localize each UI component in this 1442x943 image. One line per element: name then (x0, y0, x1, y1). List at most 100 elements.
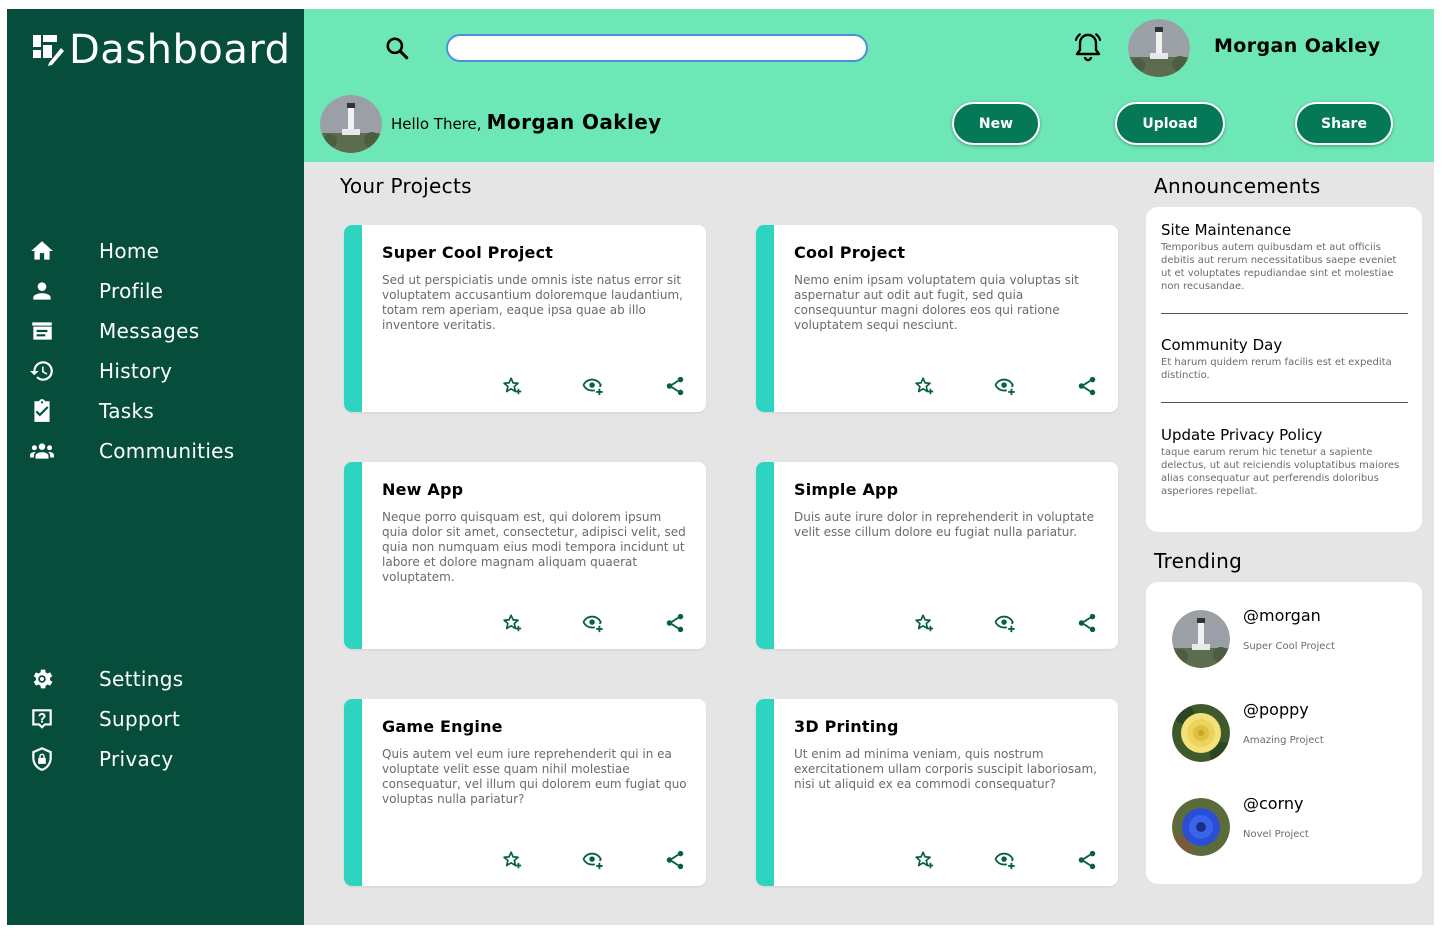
trending-title: Trending (1154, 549, 1243, 573)
sidebar-item-profile[interactable]: Profile (25, 274, 163, 308)
share-button[interactable]: Share (1295, 102, 1393, 145)
announcement-item[interactable]: Update Privacy Policy taque earum rerum … (1161, 426, 1408, 498)
favorite-star-icon[interactable] (913, 612, 937, 636)
sidebar-item-messages[interactable]: Messages (25, 314, 199, 348)
announcements-title: Announcements (1154, 174, 1321, 198)
gear-icon (25, 662, 59, 696)
project-card[interactable]: Super Cool Project Sed ut perspiciatis un… (344, 225, 706, 412)
project-title: New App (382, 480, 464, 499)
watch-eye-icon[interactable] (582, 612, 606, 636)
trending-item[interactable]: @corny Novel Project (1172, 794, 1412, 858)
sidebar-item-label: Communities (99, 439, 235, 463)
announcement-title: Update Privacy Policy (1161, 426, 1323, 444)
project-card[interactable]: New App Neque porro quisquam est, qui dol… (344, 462, 706, 649)
share-icon[interactable] (664, 375, 688, 399)
sidebar-item-support[interactable]: Support (25, 702, 180, 736)
greeting-avatar (320, 95, 382, 153)
avatar[interactable] (1128, 19, 1190, 77)
watch-eye-icon[interactable] (582, 375, 606, 399)
project-card[interactable]: Simple App Duis aute irure dolor in repre… (756, 462, 1118, 649)
app-title: Dashboard (69, 27, 291, 73)
project-title: Super Cool Project (382, 243, 554, 262)
favorite-star-icon[interactable] (501, 849, 525, 873)
sidebar: Dashboard Home Profile Messages History … (7, 9, 304, 925)
avatar (1172, 704, 1230, 762)
sidebar-item-tasks[interactable]: Tasks (25, 394, 154, 428)
trending-handle: @poppy (1243, 700, 1309, 719)
sidebar-item-label: Home (99, 239, 160, 263)
watch-eye-icon[interactable] (994, 612, 1018, 636)
favorite-star-icon[interactable] (501, 375, 525, 399)
card-accent (756, 225, 774, 412)
dashboard-frame: Dashboard Home Profile Messages History … (7, 9, 1434, 925)
favorite-star-icon[interactable] (501, 612, 525, 636)
trending-project: Amazing Project (1243, 735, 1324, 746)
announcement-title: Community Day (1161, 336, 1283, 354)
upload-button[interactable]: Upload (1115, 102, 1225, 145)
header: Morgan Oakley Hello There, Morgan Oakley… (304, 9, 1434, 162)
project-title: Simple App (794, 480, 899, 499)
sidebar-item-label: Settings (99, 667, 184, 691)
greeting-name: Morgan Oakley (486, 110, 662, 134)
project-description: Neque porro quisquam est, qui dolorem ip… (382, 510, 686, 584)
favorite-star-icon[interactable] (913, 849, 937, 873)
announcement-item[interactable]: Site Maintenance Temporibus autem quibus… (1161, 221, 1408, 293)
group-icon (25, 434, 59, 468)
new-button[interactable]: New (952, 102, 1040, 145)
divider (1161, 313, 1408, 314)
share-icon[interactable] (1076, 612, 1100, 636)
sidebar-item-label: Tasks (99, 399, 155, 423)
card-accent (344, 699, 362, 886)
trending-handle: @morgan (1243, 606, 1321, 625)
card-accent (756, 462, 774, 649)
project-card[interactable]: Cool Project Nemo enim ipsam voluptatem q… (756, 225, 1118, 412)
trending-handle: @corny (1243, 794, 1304, 813)
watch-eye-icon[interactable] (994, 849, 1018, 873)
share-icon[interactable] (664, 612, 688, 636)
shield-lock-icon (25, 742, 59, 776)
dashboard-logo-icon (33, 35, 64, 66)
sidebar-item-label: History (99, 359, 173, 383)
bell-icon[interactable] (1071, 31, 1105, 65)
sidebar-item-label: Profile (99, 279, 164, 303)
project-title: Cool Project (794, 243, 906, 262)
header-user-name[interactable]: Morgan Oakley (1214, 35, 1381, 57)
trending-item[interactable]: @morgan Super Cool Project (1172, 606, 1412, 670)
project-card[interactable]: Game Engine Quis autem vel eum iure repre… (344, 699, 706, 886)
share-icon[interactable] (1076, 375, 1100, 399)
projects-title: Your Projects (340, 174, 472, 198)
clipboard-check-icon (25, 394, 59, 428)
sidebar-item-history[interactable]: History (25, 354, 172, 388)
sidebar-item-settings[interactable]: Settings (25, 662, 183, 696)
trending-item[interactable]: @poppy Amazing Project (1172, 700, 1412, 764)
share-icon[interactable] (1076, 849, 1100, 873)
trending-project: Super Cool Project (1243, 641, 1335, 652)
greeting: Hello There, Morgan Oakley (391, 110, 662, 134)
project-description: Duis aute irure dolor in reprehenderit i… (794, 510, 1094, 539)
avatar (1172, 798, 1230, 856)
sidebar-item-label: Messages (99, 319, 200, 343)
search-icon[interactable] (384, 35, 410, 61)
brand: Dashboard (31, 27, 291, 73)
home-icon (25, 234, 59, 268)
sidebar-item-privacy[interactable]: Privacy (25, 742, 173, 776)
watch-eye-icon[interactable] (994, 375, 1018, 399)
project-description: Sed ut perspiciatis unde omnis iste natu… (382, 273, 683, 332)
announcements-panel: Site Maintenance Temporibus autem quibus… (1146, 207, 1422, 532)
announcement-title: Site Maintenance (1161, 221, 1292, 239)
search-input[interactable] (446, 34, 868, 62)
project-card[interactable]: 3D Printing Ut enim ad minima veniam, qui… (756, 699, 1118, 886)
sidebar-item-home[interactable]: Home (25, 234, 159, 268)
sidebar-item-communities[interactable]: Communities (25, 434, 234, 468)
sidebar-item-label: Privacy (99, 747, 174, 771)
divider (1161, 402, 1408, 403)
greeting-prefix: Hello There, (391, 115, 482, 133)
history-icon (25, 354, 59, 388)
project-description: Ut enim ad minima veniam, quis nostrum e… (794, 747, 1097, 791)
announcement-item[interactable]: Community Day Et harum quidem rerum faci… (1161, 336, 1408, 382)
favorite-star-icon[interactable] (913, 375, 937, 399)
messages-icon (25, 314, 59, 348)
sidebar-item-label: Support (99, 707, 181, 731)
watch-eye-icon[interactable] (582, 849, 606, 873)
share-icon[interactable] (664, 849, 688, 873)
